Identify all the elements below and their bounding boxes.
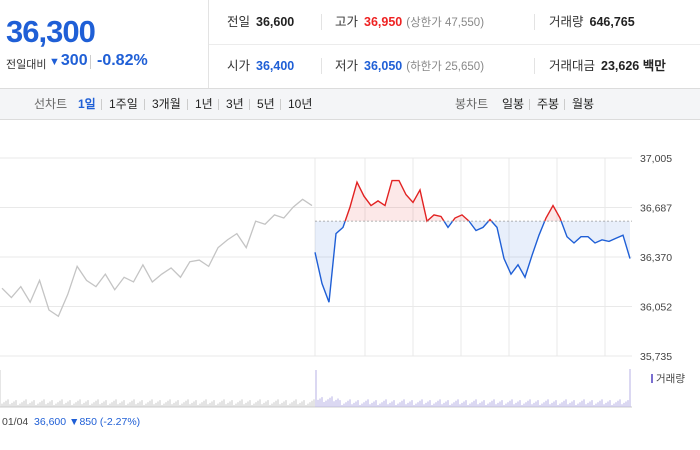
change-value: 300	[60, 52, 88, 69]
prev-day-series	[1, 198, 313, 318]
low-cell: 저가 36,050 (하한가 25,650)	[335, 44, 484, 88]
info-row-1: 전일 36,600 고가 36,950 (상한가 47,550) 거래량 646,765	[209, 0, 700, 45]
high-cell: 고가 36,950 (상한가 47,550)	[335, 0, 484, 44]
change-label: 전일대비	[6, 59, 47, 71]
tab-10y[interactable]: 10년	[288, 89, 312, 119]
prev-day-close: 36,600	[34, 416, 67, 428]
price-summary-bar: 36,300 전일대비 ▼300 -0.82% 전일 36,600 고가 36,95…	[0, 0, 700, 89]
lower-limit: (하한가 25,650)	[406, 61, 485, 73]
y-tick-label: 35,735	[640, 351, 672, 363]
divider	[321, 58, 322, 74]
divider	[534, 58, 535, 74]
open-label: 시가	[227, 59, 251, 73]
prev-day-summary: 01/04 36,600 ▼850 (-2.27%)	[0, 413, 700, 431]
intraday-price-chart: 37,00536,68736,37036,05235,735 01/0510:0…	[0, 153, 685, 408]
tab-monthly-candle[interactable]: 월봉	[572, 89, 594, 119]
y-tick-label: 36,052	[640, 302, 672, 314]
line-chart-label: 선차트	[34, 97, 68, 111]
volume-legend-swatch	[651, 374, 653, 383]
divider	[144, 99, 145, 110]
divider	[249, 99, 250, 110]
candle-chart-label: 봉차트	[455, 97, 489, 111]
info-row-2: 시가 36,400 저가 36,050 (하한가 25,650) 거래대금 23,626…	[209, 44, 700, 88]
down-triangle-icon: ▼	[69, 416, 80, 428]
divider	[534, 14, 535, 30]
today-line	[314, 179, 632, 303]
y-tick-label: 37,005	[640, 153, 672, 165]
volume-bars	[0, 369, 632, 408]
current-price: 36,300	[6, 14, 96, 49]
volume-label: 거래량	[549, 15, 584, 29]
volume-legend-label: 거래량	[656, 373, 685, 385]
tab-daily-candle[interactable]: 일봉	[502, 89, 524, 119]
tab-weekly-candle[interactable]: 주봉	[537, 89, 559, 119]
low-label: 저가	[335, 59, 359, 73]
prev-day-info: 36,600 ▼850 (-2.27%)	[34, 416, 140, 428]
volume-cell: 거래량 646,765	[549, 0, 635, 44]
volume-legend: 거래량	[651, 373, 685, 385]
tab-3y[interactable]: 3년	[226, 89, 244, 119]
prev-close-value: 36,600	[256, 15, 295, 29]
current-price-box: 36,300 전일대비 ▼300 -0.82%	[0, 0, 209, 88]
divider	[529, 99, 530, 110]
prev-day-date: 01/04	[2, 416, 29, 428]
divider	[321, 14, 322, 30]
high-label: 고가	[335, 15, 359, 29]
volume-value: 646,765	[589, 15, 635, 29]
below-baseline-area	[491, 221, 545, 278]
prev-day-line	[1, 198, 313, 318]
prev-close-cell: 전일 36,600	[227, 0, 294, 44]
y-tick-label: 36,687	[640, 203, 672, 215]
tab-3m[interactable]: 3개월	[152, 89, 181, 119]
chart-period-tabs: 선차트 1일 1주일 3개월 1년 3년 5년 10년 봉차트 일봉 주봉 월봉	[0, 89, 700, 120]
divider	[90, 55, 91, 69]
divider	[280, 99, 281, 110]
prev-day-pct: (-2.27%)	[99, 416, 141, 428]
price-info-grid: 전일 36,600 고가 36,950 (상한가 47,550) 거래량 646,765…	[209, 0, 700, 88]
divider	[564, 99, 565, 110]
tab-5y[interactable]: 5년	[257, 89, 275, 119]
prev-close-label: 전일	[227, 15, 251, 29]
upper-limit: (상한가 47,550)	[406, 17, 485, 29]
y-axis-ticks: 37,005 36,687 36,370 36,052 35,735	[640, 153, 672, 363]
high-value: 36,950	[364, 15, 403, 29]
tab-1y[interactable]: 1년	[195, 89, 213, 119]
down-triangle-icon: ▼	[49, 56, 60, 68]
tab-1w[interactable]: 1주일	[109, 89, 138, 119]
open-cell: 시가 36,400	[227, 44, 294, 88]
divider	[101, 99, 102, 110]
tab-1d[interactable]: 1일	[78, 89, 96, 119]
prev-day-change: 850	[79, 416, 97, 428]
y-tick-label: 36,370	[640, 252, 672, 264]
low-value: 36,050	[364, 59, 403, 73]
divider	[218, 99, 219, 110]
amount-cell: 거래대금 23,626 백만	[549, 44, 666, 88]
amount-label: 거래대금	[549, 59, 596, 73]
divider	[187, 99, 188, 110]
amount-value: 23,626 백만	[601, 59, 666, 73]
open-value: 36,400	[256, 59, 295, 73]
change-amount: ▼300	[49, 52, 88, 70]
change-percent: -0.82%	[97, 52, 148, 69]
